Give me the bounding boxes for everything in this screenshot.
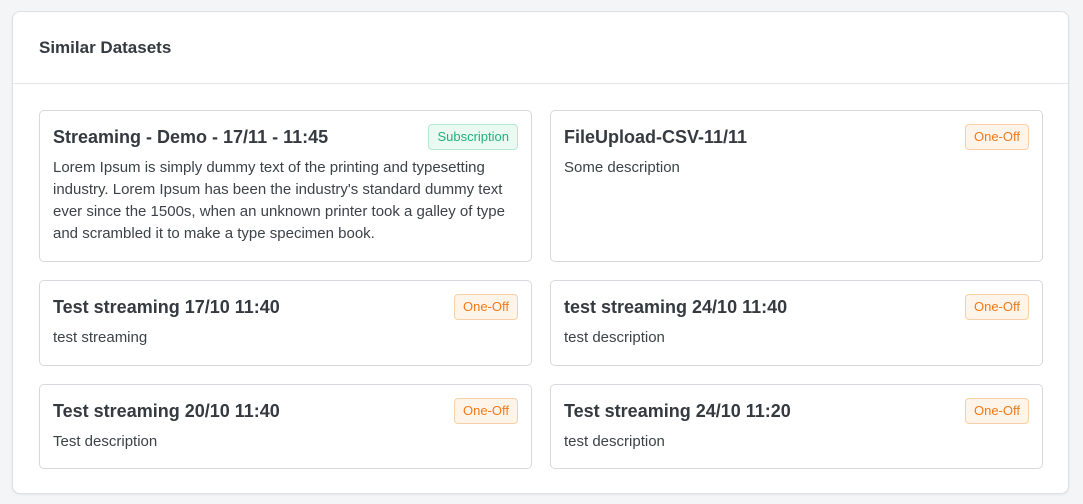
dataset-title[interactable]: test streaming 24/10 11:40 <box>564 294 787 320</box>
dataset-description: Test description <box>53 433 158 450</box>
dataset-description: test description <box>564 433 665 450</box>
dataset-description: Some description <box>564 159 680 176</box>
dataset-type-badge: One-Off <box>453 294 518 320</box>
dataset-card[interactable]: Test streaming 24/10 11:20 One-Off test … <box>550 384 1043 469</box>
dataset-card[interactable]: Test streaming 20/10 11:40 One-Off Test … <box>39 384 532 469</box>
dataset-type-badge: Subscription <box>428 124 518 150</box>
dataset-title[interactable]: FileUpload-CSV-11/11 <box>564 124 747 150</box>
dataset-type-badge: One-Off <box>453 398 518 424</box>
dataset-card[interactable]: Test streaming 17/10 11:40 One-Off test … <box>39 280 532 366</box>
dataset-card[interactable]: FileUpload-CSV-11/11 One-Off Some descri… <box>550 110 1043 262</box>
dataset-description: test description <box>564 329 665 346</box>
dataset-type-badge: One-Off <box>964 124 1029 150</box>
panel-title: Similar Datasets <box>39 37 172 57</box>
dataset-title[interactable]: Test streaming 17/10 11:40 <box>53 294 280 320</box>
dataset-type-badge: One-Off <box>964 294 1029 320</box>
dataset-title[interactable]: Test streaming 24/10 11:20 <box>564 398 791 424</box>
dataset-title[interactable]: Streaming - Demo - 17/11 - 11:45 <box>53 124 328 150</box>
dataset-card[interactable]: Streaming - Demo - 17/11 - 11:45 Subscri… <box>39 110 532 262</box>
dataset-grid: Streaming - Demo - 17/11 - 11:45 Subscri… <box>39 110 1043 469</box>
dataset-title[interactable]: Test streaming 20/10 11:40 <box>53 398 280 424</box>
dataset-description: Lorem Ipsum is simply dummy text of the … <box>53 159 505 242</box>
panel-header: Similar Datasets <box>13 12 1068 84</box>
similar-datasets-panel: Similar Datasets Streaming - Demo - 17/1… <box>12 11 1069 494</box>
dataset-type-badge: One-Off <box>964 398 1029 424</box>
dataset-description: test streaming <box>53 329 148 346</box>
dataset-card[interactable]: test streaming 24/10 11:40 One-Off test … <box>550 280 1043 366</box>
